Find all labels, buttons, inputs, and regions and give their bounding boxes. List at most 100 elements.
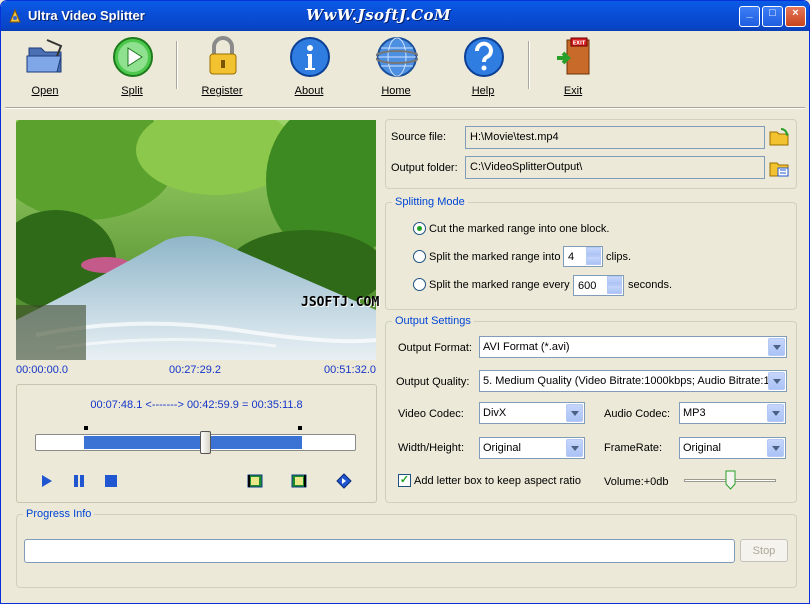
framerate-select[interactable]: Original <box>679 437 786 459</box>
video-codec-select[interactable]: DivX <box>479 402 585 424</box>
timeline-slider[interactable] <box>35 426 356 454</box>
mode-one-block-radio[interactable] <box>413 222 426 235</box>
help-label: Help <box>471 85 495 97</box>
browse-source-icon[interactable] <box>768 126 790 148</box>
play-icon[interactable] <box>39 473 55 489</box>
minimize-icon: _ <box>746 7 753 19</box>
exit-label: Exit <box>563 85 583 97</box>
output-folder-field[interactable]: C:\VideoSplitterOutput\ <box>465 156 765 179</box>
go-to-mark-icon[interactable] <box>336 473 352 489</box>
playback-panel: 00:07:48.1 <-------> 00:42:59.9 = 00:35:… <box>16 384 377 503</box>
source-file-label: Source file: <box>391 131 447 143</box>
chevron-down-icon[interactable] <box>768 338 785 356</box>
mode-clips-label: Split the marked range into <box>429 251 561 263</box>
home-label: Home <box>381 85 411 97</box>
home-button[interactable]: Home <box>366 33 426 103</box>
overlay-watermark: JSOFTJ.COM <box>301 295 380 310</box>
chevron-down-icon[interactable] <box>767 404 784 422</box>
info-icon <box>290 37 330 77</box>
output-format-label: Output Format: <box>398 342 472 354</box>
chevron-down-icon[interactable] <box>566 404 583 422</box>
app-window: Ultra Video Splitter WwW.JsoftJ.CoM _ □ … <box>0 0 810 604</box>
output-format-select[interactable]: AVI Format (*.avi) <box>479 336 787 358</box>
toolbar-separator <box>176 41 178 89</box>
time-end: 00:51:32.0 <box>324 364 376 376</box>
video-codec-value: DivX <box>483 407 507 419</box>
mark-out-icon[interactable] <box>291 473 307 489</box>
audio-codec-value: MP3 <box>683 407 706 419</box>
window-title: Ultra Video Splitter <box>28 8 145 23</box>
clips-count-stepper[interactable]: 4 <box>563 246 603 267</box>
minimize-button[interactable]: _ <box>739 6 760 27</box>
output-folder-label: Output folder: <box>391 162 458 174</box>
mode-clips-radio[interactable] <box>413 250 426 263</box>
chevron-down-icon[interactable] <box>768 372 785 390</box>
close-icon: × <box>792 7 799 19</box>
exit-button[interactable]: EXIT Exit <box>543 33 603 103</box>
stepper-up-icon[interactable] <box>607 276 622 285</box>
volume-thumb[interactable] <box>725 470 736 490</box>
maximize-button[interactable]: □ <box>762 6 783 27</box>
mark-in-tick <box>84 426 88 430</box>
range-text: 00:07:48.1 <-------> 00:42:59.9 = 00:35:… <box>90 399 303 411</box>
split-button[interactable]: Split <box>102 33 162 103</box>
width-height-select[interactable]: Original <box>479 437 585 459</box>
mark-in-icon[interactable] <box>247 473 263 489</box>
toolbar-separator <box>528 41 530 89</box>
clips-suffix: clips. <box>606 251 632 263</box>
stepper-up-icon[interactable] <box>586 247 601 256</box>
about-label: About <box>294 85 324 97</box>
output-settings-title: Output Settings <box>392 315 474 327</box>
source-file-field[interactable]: H:\Movie\test.mp4 <box>465 126 765 149</box>
help-button[interactable]: Help <box>453 33 513 103</box>
output-quality-select[interactable]: 5. Medium Quality (Video Bitrate:1000kbp… <box>479 370 787 392</box>
title-bar[interactable]: Ultra Video Splitter WwW.JsoftJ.CoM _ □ … <box>1 1 809 31</box>
output-format-value: AVI Format (*.avi) <box>483 341 570 353</box>
about-button[interactable]: About <box>279 33 339 103</box>
browse-output-icon[interactable] <box>768 157 790 179</box>
exit-sign-text: EXIT <box>573 41 586 47</box>
marked-range <box>84 436 302 449</box>
width-height-value: Original <box>483 442 521 454</box>
mode-one-block-label: Cut the marked range into one block. <box>429 223 610 235</box>
close-button[interactable]: × <box>785 6 806 27</box>
mode-interval-label: Split the marked range every <box>429 279 570 291</box>
chevron-down-icon[interactable] <box>767 439 784 457</box>
file-panel: Source file: H:\Movie\test.mp4 Output fo… <box>385 119 797 189</box>
stepper-down-icon[interactable] <box>586 256 601 265</box>
timeline-thumb[interactable] <box>200 431 211 454</box>
stepper-down-icon[interactable] <box>607 285 622 294</box>
output-quality-label: Output Quality: <box>396 376 470 388</box>
chevron-down-icon[interactable] <box>566 439 583 457</box>
volume-label: Volume:+0db <box>604 476 669 488</box>
open-button[interactable]: Open <box>15 33 75 103</box>
interval-value: 600 <box>578 280 597 292</box>
stop-icon[interactable] <box>103 473 119 489</box>
video-codec-label: Video Codec: <box>398 408 464 420</box>
mark-out-tick <box>298 426 302 430</box>
help-icon <box>464 37 504 77</box>
exit-door-icon: EXIT <box>557 37 590 75</box>
padlock-icon <box>209 36 237 75</box>
time-current: 00:27:29.2 <box>169 364 221 376</box>
pause-icon[interactable] <box>71 473 87 489</box>
splitting-mode-title: Splitting Mode <box>392 196 468 208</box>
toolbar-divider <box>5 107 805 109</box>
interval-suffix: seconds. <box>628 279 673 291</box>
register-button[interactable]: Register <box>192 33 252 103</box>
letterbox-label: Add letter box to keep aspect ratio <box>414 475 581 487</box>
interval-stepper[interactable]: 600 <box>573 275 624 296</box>
audio-codec-label: Audio Codec: <box>604 408 671 420</box>
audio-codec-select[interactable]: MP3 <box>679 402 786 424</box>
framerate-label: FrameRate: <box>604 442 663 454</box>
clips-count-value: 4 <box>568 251 575 263</box>
mode-interval-radio[interactable] <box>413 278 426 291</box>
letterbox-checkbox[interactable]: ✓ <box>398 474 411 487</box>
progress-title: Progress Info <box>23 508 95 520</box>
stop-button[interactable]: Stop <box>740 539 788 562</box>
split-label: Split <box>121 85 143 97</box>
open-label: Open <box>31 85 59 97</box>
splitting-mode-group: Splitting Mode Cut the marked range into… <box>385 196 797 310</box>
framerate-value: Original <box>683 442 721 454</box>
width-height-label: Width/Height: <box>398 442 465 454</box>
